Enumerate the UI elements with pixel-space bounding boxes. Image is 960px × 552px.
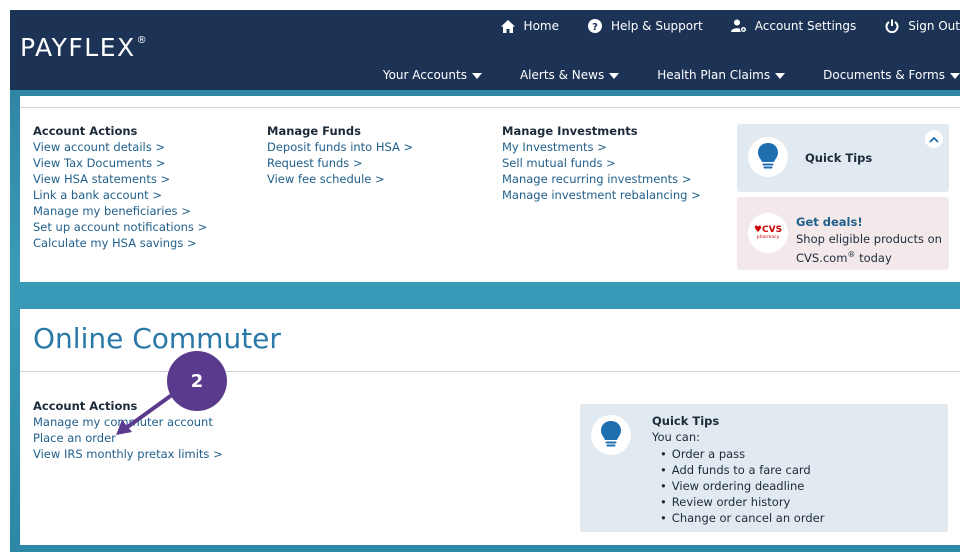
arrow-annotation-icon — [116, 390, 178, 435]
step-badge: 2 — [167, 351, 227, 411]
step-number: 2 — [190, 370, 204, 392]
